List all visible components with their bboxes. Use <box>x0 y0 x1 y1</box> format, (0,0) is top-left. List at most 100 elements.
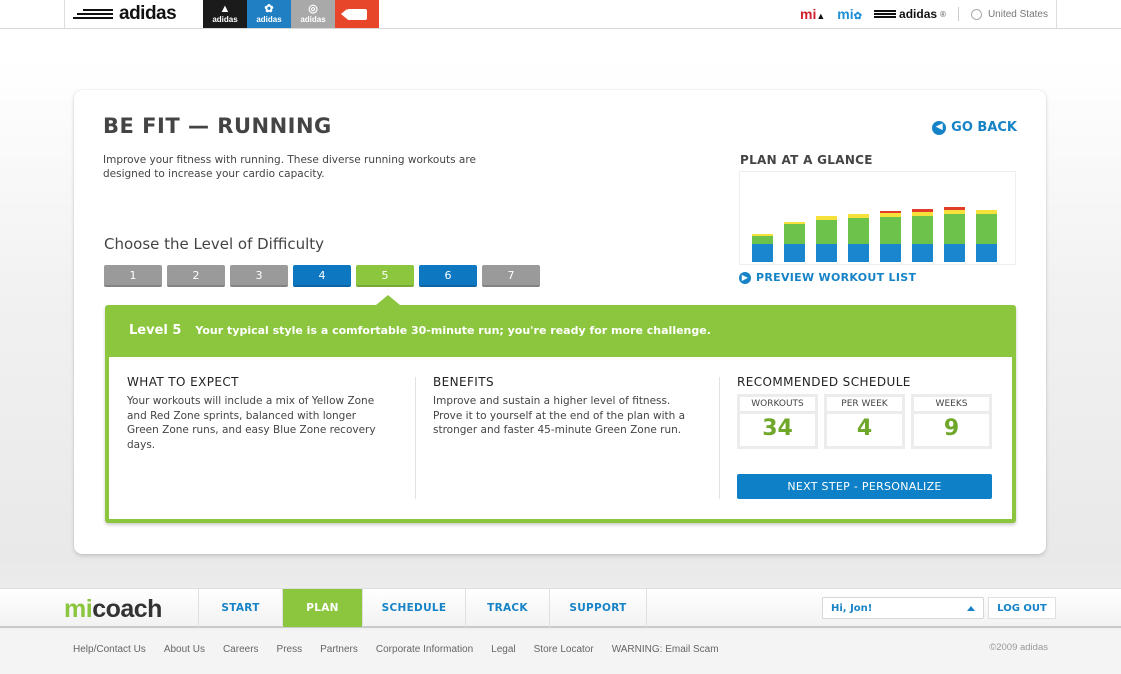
footer-link-help[interactable]: Help/Contact Us <box>73 644 146 655</box>
chart-bar-segment <box>784 222 805 224</box>
intro-text: Improve your fitness with running. These… <box>103 154 476 180</box>
micoach-navbar: micoach START PLAN SCHEDULE TRACK SUPPOR… <box>0 588 1121 628</box>
schedule-heading: RECOMMENDED SCHEDULE <box>737 375 911 389</box>
recommended-schedule: RECOMMENDED SCHEDULE WORKOUTS 34 PER WEE… <box>737 375 997 499</box>
miadidas-link[interactable]: mi▲ <box>800 6 825 22</box>
footer-link-corporate[interactable]: Corporate Information <box>376 644 473 655</box>
style-logo-icon: ◎ <box>308 3 318 15</box>
chart-bar-segment <box>976 210 997 214</box>
chart-bar-segment <box>816 216 837 220</box>
shop-tile[interactable] <box>335 0 379 28</box>
chart-bar-segment <box>752 236 773 244</box>
micoach-logo[interactable]: micoach <box>64 595 162 624</box>
level-button-3[interactable]: 3 <box>230 265 288 287</box>
stat-weeks: WEEKS 9 <box>911 394 992 449</box>
level-button-5[interactable]: 5 <box>356 265 414 287</box>
level-summary: Level 5 Your typical style is a comforta… <box>129 323 711 338</box>
nav-track[interactable]: TRACK <box>465 589 549 627</box>
originals-trefoil-icon: ✿ <box>264 3 274 15</box>
chart-bar-segment <box>912 212 933 216</box>
level-button-6[interactable]: 6 <box>419 265 477 287</box>
benefits-heading: BENEFITS <box>433 375 494 389</box>
plan-chart <box>739 171 1016 265</box>
what-to-expect: WHAT TO EXPECT Your workouts will includ… <box>127 375 387 452</box>
chart-bar-segment <box>912 244 933 262</box>
stat-value: 9 <box>943 416 960 441</box>
adidas-group-link[interactable]: adidas ® <box>874 7 946 21</box>
chart-bar-segment <box>848 244 869 262</box>
arrow-right-icon: ▶ <box>739 271 751 284</box>
level-button-4[interactable]: 4 <box>293 265 351 287</box>
plan-at-glance-title: PLAN AT A GLANCE <box>740 153 873 167</box>
chart-bar-segment <box>912 216 933 244</box>
mini-stripes-icon <box>874 10 897 18</box>
expect-text: Your workouts will include a mix of Yell… <box>127 395 376 451</box>
logout-button[interactable]: LOG OUT <box>988 597 1056 619</box>
footer-link-press[interactable]: Press <box>277 644 303 655</box>
footer-link-store-locator[interactable]: Store Locator <box>534 644 594 655</box>
chart-bar-segment <box>848 218 869 244</box>
tile-label: adidas <box>212 15 238 24</box>
chart-bar-segment <box>912 209 933 212</box>
nav-start[interactable]: START <box>198 589 282 627</box>
footer-link-legal[interactable]: Legal <box>491 644 515 655</box>
top-bar: adidas ▲ adidas ✿ adidas ◎ adidas mi▲ mi… <box>0 0 1121 29</box>
level-selector: 1 2 3 4 5 6 7 <box>104 265 540 287</box>
difficulty-heading: Choose the Level of Difficulty <box>104 235 325 253</box>
stat-label: PER WEEK <box>827 397 902 414</box>
chart-bar-segment <box>752 234 773 236</box>
main-nav: START PLAN SCHEDULE TRACK SUPPORT <box>198 589 647 627</box>
footer-link-partners[interactable]: Partners <box>320 644 358 655</box>
performance-logo-icon: ▲ <box>219 3 231 15</box>
footer-links: Help/Contact Us About Us Careers Press P… <box>73 644 737 655</box>
tile-label: adidas <box>256 15 282 24</box>
level-button-1[interactable]: 1 <box>104 265 162 287</box>
next-step-button[interactable]: NEXT STEP - PERSONALIZE <box>737 474 992 499</box>
topbar-right: mi▲ mi✿ adidas ® United States <box>800 0 1057 28</box>
chart-bar-segment <box>976 214 997 244</box>
nav-plan[interactable]: PLAN <box>282 589 362 627</box>
brand-wordmark: adidas <box>119 3 177 24</box>
adidas-stripes-icon <box>73 9 113 19</box>
chart-bar-segment <box>752 244 773 262</box>
level-button-7[interactable]: 7 <box>482 265 540 287</box>
stat-workouts: WORKOUTS 34 <box>737 394 818 449</box>
style-tile[interactable]: ◎ adidas <box>291 0 335 28</box>
stat-per-week: PER WEEK 4 <box>824 394 905 449</box>
originals-tile[interactable]: ✿ adidas <box>247 0 291 28</box>
user-greeting: Hi, Jon! <box>831 602 873 614</box>
tile-label: adidas <box>300 15 326 24</box>
benefits: BENEFITS Improve and sustain a higher le… <box>433 375 698 438</box>
level-description: Your typical style is a comfortable 30-m… <box>195 324 711 337</box>
chart-bar-segment <box>880 244 901 262</box>
level-detail-body: WHAT TO EXPECT Your workouts will includ… <box>109 357 1012 519</box>
nav-support[interactable]: SUPPORT <box>549 589 647 627</box>
chart-bar-segment <box>816 220 837 244</box>
footer-link-careers[interactable]: Careers <box>223 644 259 655</box>
nav-schedule[interactable]: SCHEDULE <box>362 589 465 627</box>
back-arrow-icon: ◀ <box>932 120 947 135</box>
mioriginals-link[interactable]: mi✿ <box>837 6 862 22</box>
go-back-link[interactable]: ◀ GO BACK <box>932 120 1017 135</box>
preview-workout-link[interactable]: ▶ PREVIEW WORKOUT LIST <box>739 271 916 284</box>
registered-icon: ® <box>940 9 946 19</box>
adidas-home-link[interactable]: adidas <box>65 0 203 28</box>
user-menu-dropdown[interactable]: Hi, Jon! <box>822 597 984 619</box>
footer-link-about[interactable]: About Us <box>164 644 205 655</box>
stat-label: WEEKS <box>914 397 989 414</box>
level-label: Level 5 <box>129 323 182 338</box>
divider <box>415 377 416 499</box>
performance-tile[interactable]: ▲ adidas <box>203 0 247 28</box>
level-button-2[interactable]: 2 <box>167 265 225 287</box>
country-selector[interactable]: United States <box>970 8 1048 20</box>
divider <box>719 377 720 499</box>
chart-bar-segment <box>784 244 805 262</box>
stat-value: 34 <box>762 416 793 441</box>
divider <box>957 7 959 21</box>
benefits-text: Improve and sustain a higher level of fi… <box>433 395 686 437</box>
stat-value: 4 <box>856 416 873 441</box>
footer-link-email-scam[interactable]: WARNING: Email Scam <box>612 644 719 655</box>
schedule-stats: WORKOUTS 34 PER WEEK 4 WEEKS 9 <box>737 394 997 449</box>
chart-bar-segment <box>944 207 965 210</box>
chart-bar-segment <box>848 214 869 218</box>
